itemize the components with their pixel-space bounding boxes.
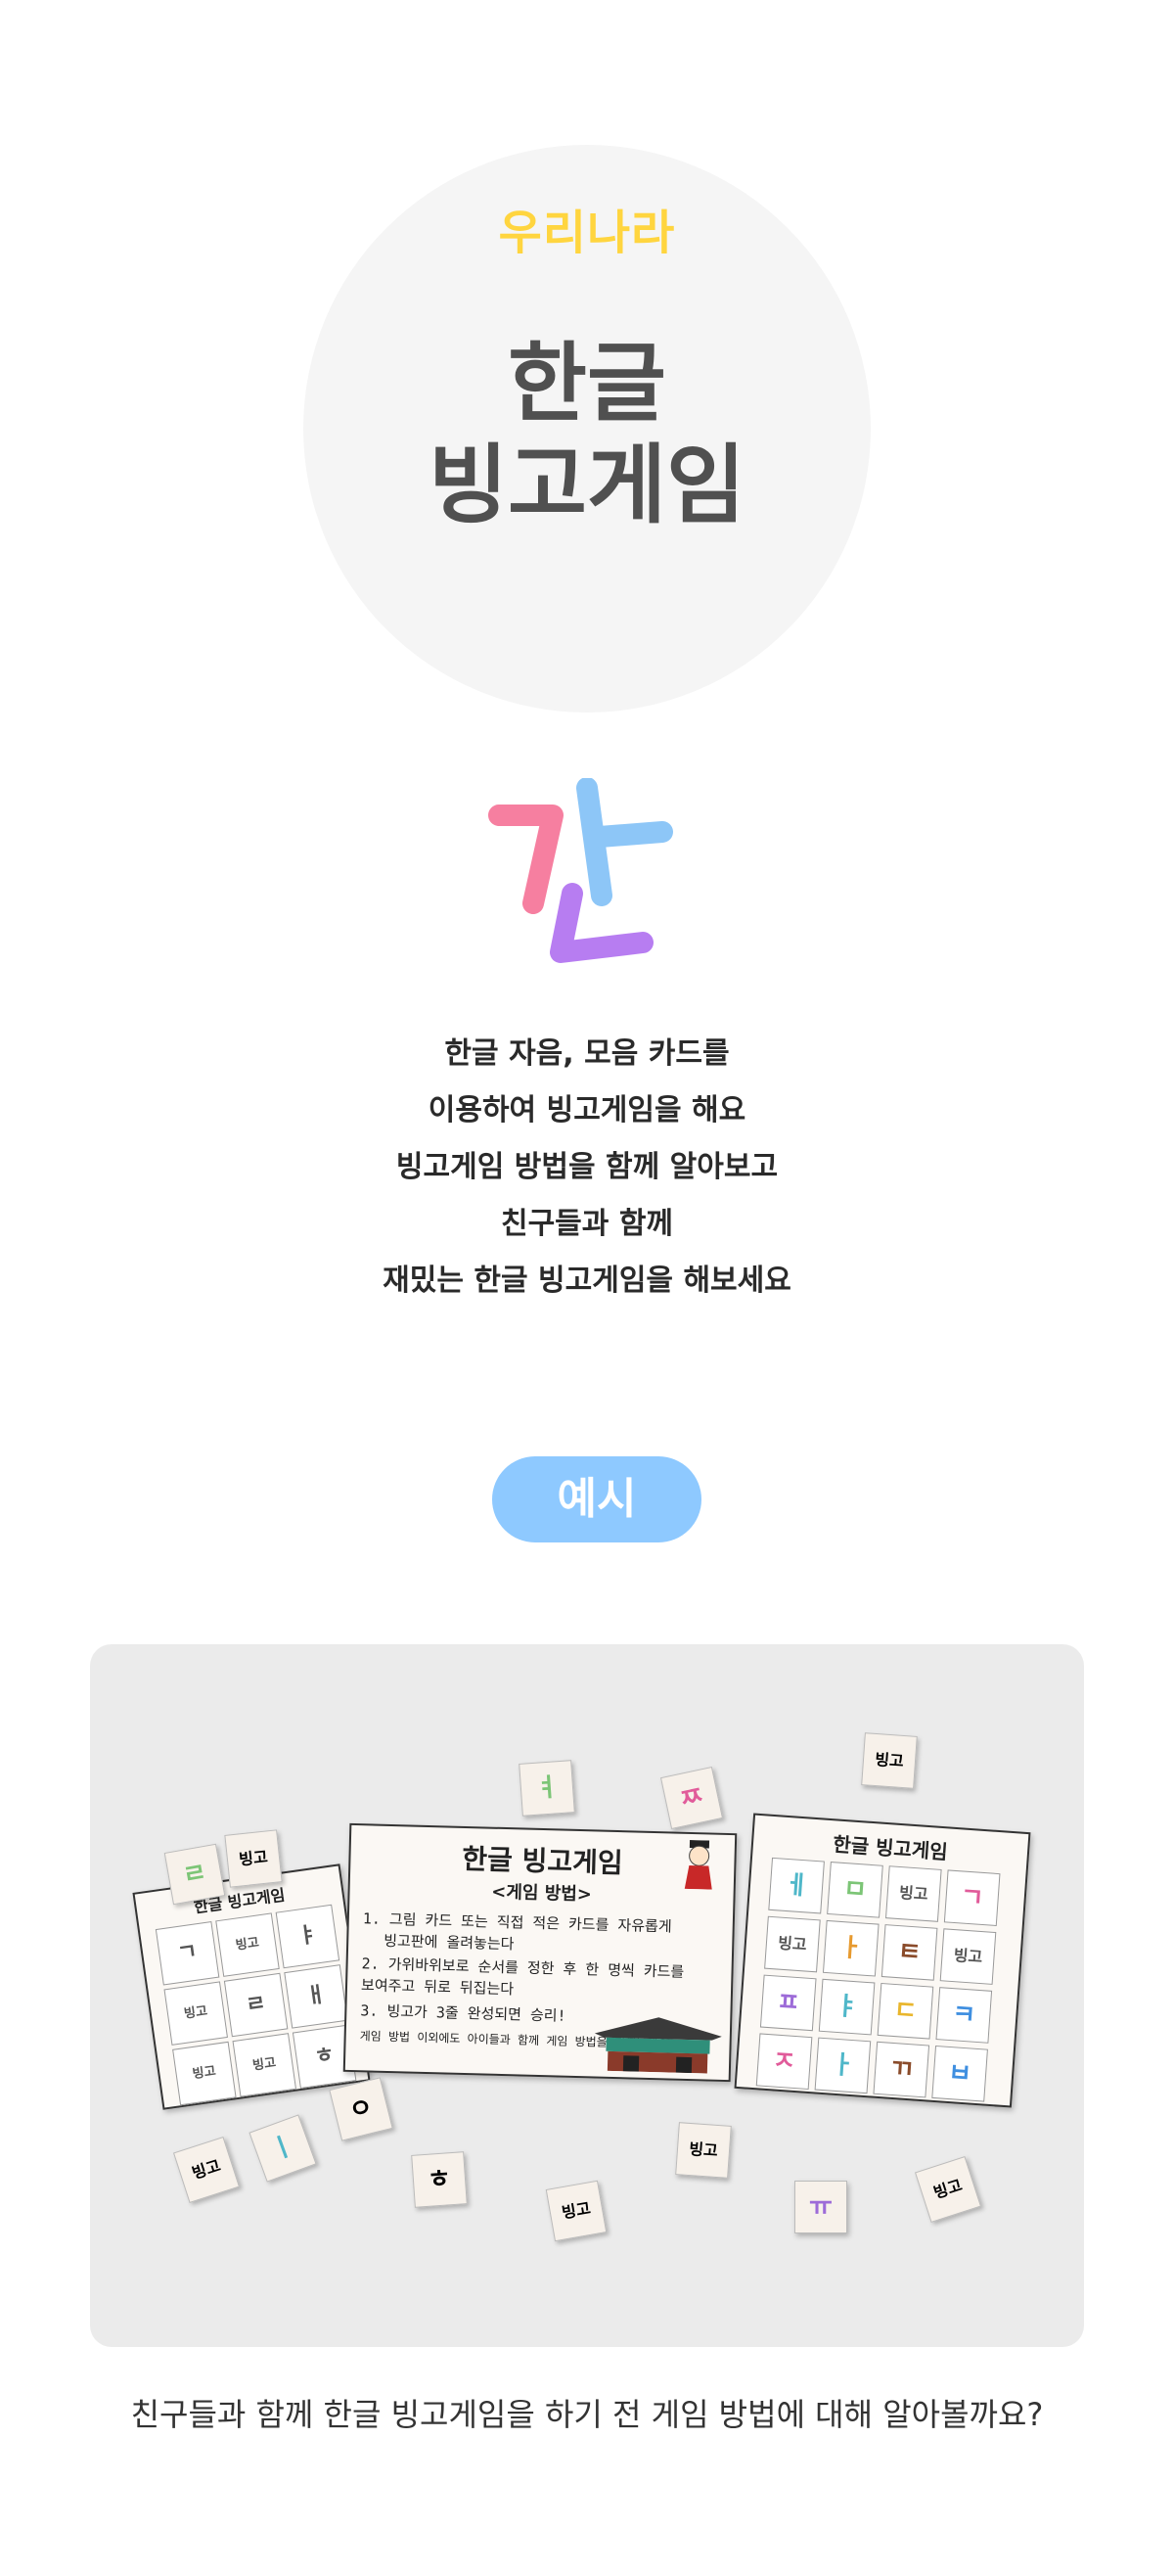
bingo-cell: ㅑ [275,1904,340,1969]
bingo-cell: 빙고 [764,1915,821,1973]
loose-card: ㅇ [329,2077,393,2141]
bingo-cell: 빙고 [939,1928,997,1985]
bingo-cell: 빙고 [884,1865,942,1922]
bingo-cell: ㄱ [155,1921,220,1986]
bingo-cell: ㅌ [880,1924,938,1981]
king-character-icon [679,1839,719,1890]
loose-card: 빙고 [914,2155,982,2224]
loose-card: 빙고 [861,1732,918,1789]
photo-caption: 친구들과 함께 한글 빙고게임을 하기 전 게임 방법에 대해 알아볼까요? [130,2396,1044,2433]
description-line: 이용하여 빙고게임을 해요 [428,1093,746,1127]
description-line: 한글 자음, 모음 카드를 [444,1036,730,1071]
loose-card: ㅣ [248,2114,317,2183]
loose-card: 빙고 [172,2136,241,2204]
loose-card: ㄹ [163,1843,226,1906]
loose-card: ㅕ [519,1760,575,1817]
description-line: 친구들과 함께 [500,1207,674,1241]
description: 한글 자음, 모음 카드를 이용하여 빙고게임을 해요 빙고게임 방법을 함께 … [0,1026,1174,1310]
loose-card: 빙고 [675,2122,732,2179]
right-bingo-board: 한글 빙고게임 ㅔㅁ 빙고 ㄱ 빙고 ㅏㅌ 빙고 ㅍㅑㄷㅋㅈㅏㄲㅂ [734,1813,1031,2108]
bingo-cell: ㄱ [943,1869,1001,1927]
hero-title-line1: 한글 [508,333,666,434]
loose-card: ㅉ [659,1766,724,1830]
description-line: 재밌는 한글 빙고게임을 해보세요 [383,1264,791,1298]
left-bingo-board: 한글 빙고게임 ㄱ 빙고 ㅑ 빙고 ㄹㅐ 빙고 빙고 ㅎ [132,1863,371,2110]
palace-gate-icon [594,2011,723,2074]
bingo-cell: ㅋ [935,1987,993,2044]
bingo-cell: ㅐ [284,1964,348,2029]
hero-title-line2: 빙고게임 [429,435,745,535]
hero-subtitle: 우리나라 [498,206,676,260]
bingo-cell: ㅂ [931,2045,988,2102]
bingo-cell: ㅁ [827,1862,883,1918]
bingo-cell: ㄷ [877,1982,934,2040]
loose-card: 빙고 [224,1829,283,1888]
bingo-cell: 빙고 [163,1981,228,2046]
hero-title: 한글 빙고게임 [0,333,1174,536]
bingo-cell: ㅍ [759,1974,817,2032]
bingo-cell: ㅑ [818,1978,876,2036]
center-rules-board: 한글 빙고게임 <게임 방법> 1. 그림 카드 또는 직접 적은 카드를 자유… [342,1822,738,2083]
example-badge: 예시 [492,1456,701,1542]
bingo-cell: ㅏ [814,2037,872,2094]
loose-card: 빙고 [545,2180,608,2242]
bingo-cell: ㅔ [768,1857,825,1914]
loose-card: ㅠ [794,2181,847,2233]
bingo-cell: ㅏ [822,1919,880,1977]
bingo-cell: ㅈ [755,2033,813,2091]
bingo-cell: ㄲ [873,2041,930,2098]
example-photo: 한글 빙고게임 ㄱ 빙고 ㅑ 빙고 ㄹㅐ 빙고 빙고 ㅎ 한글 빙고게임 <게임 방법> 1.… [90,1644,1084,2347]
bingo-cell: 빙고 [232,2033,297,2097]
bingo-cell: 빙고 [215,1912,280,1977]
bingo-cell: 빙고 [172,2041,237,2106]
description-line: 빙고게임 방법을 함께 알아보고 [395,1150,779,1184]
hangul-gan-logo-icon [484,777,690,974]
bingo-cell: ㄹ [223,1972,289,2038]
loose-card: ㅎ [411,2151,468,2208]
